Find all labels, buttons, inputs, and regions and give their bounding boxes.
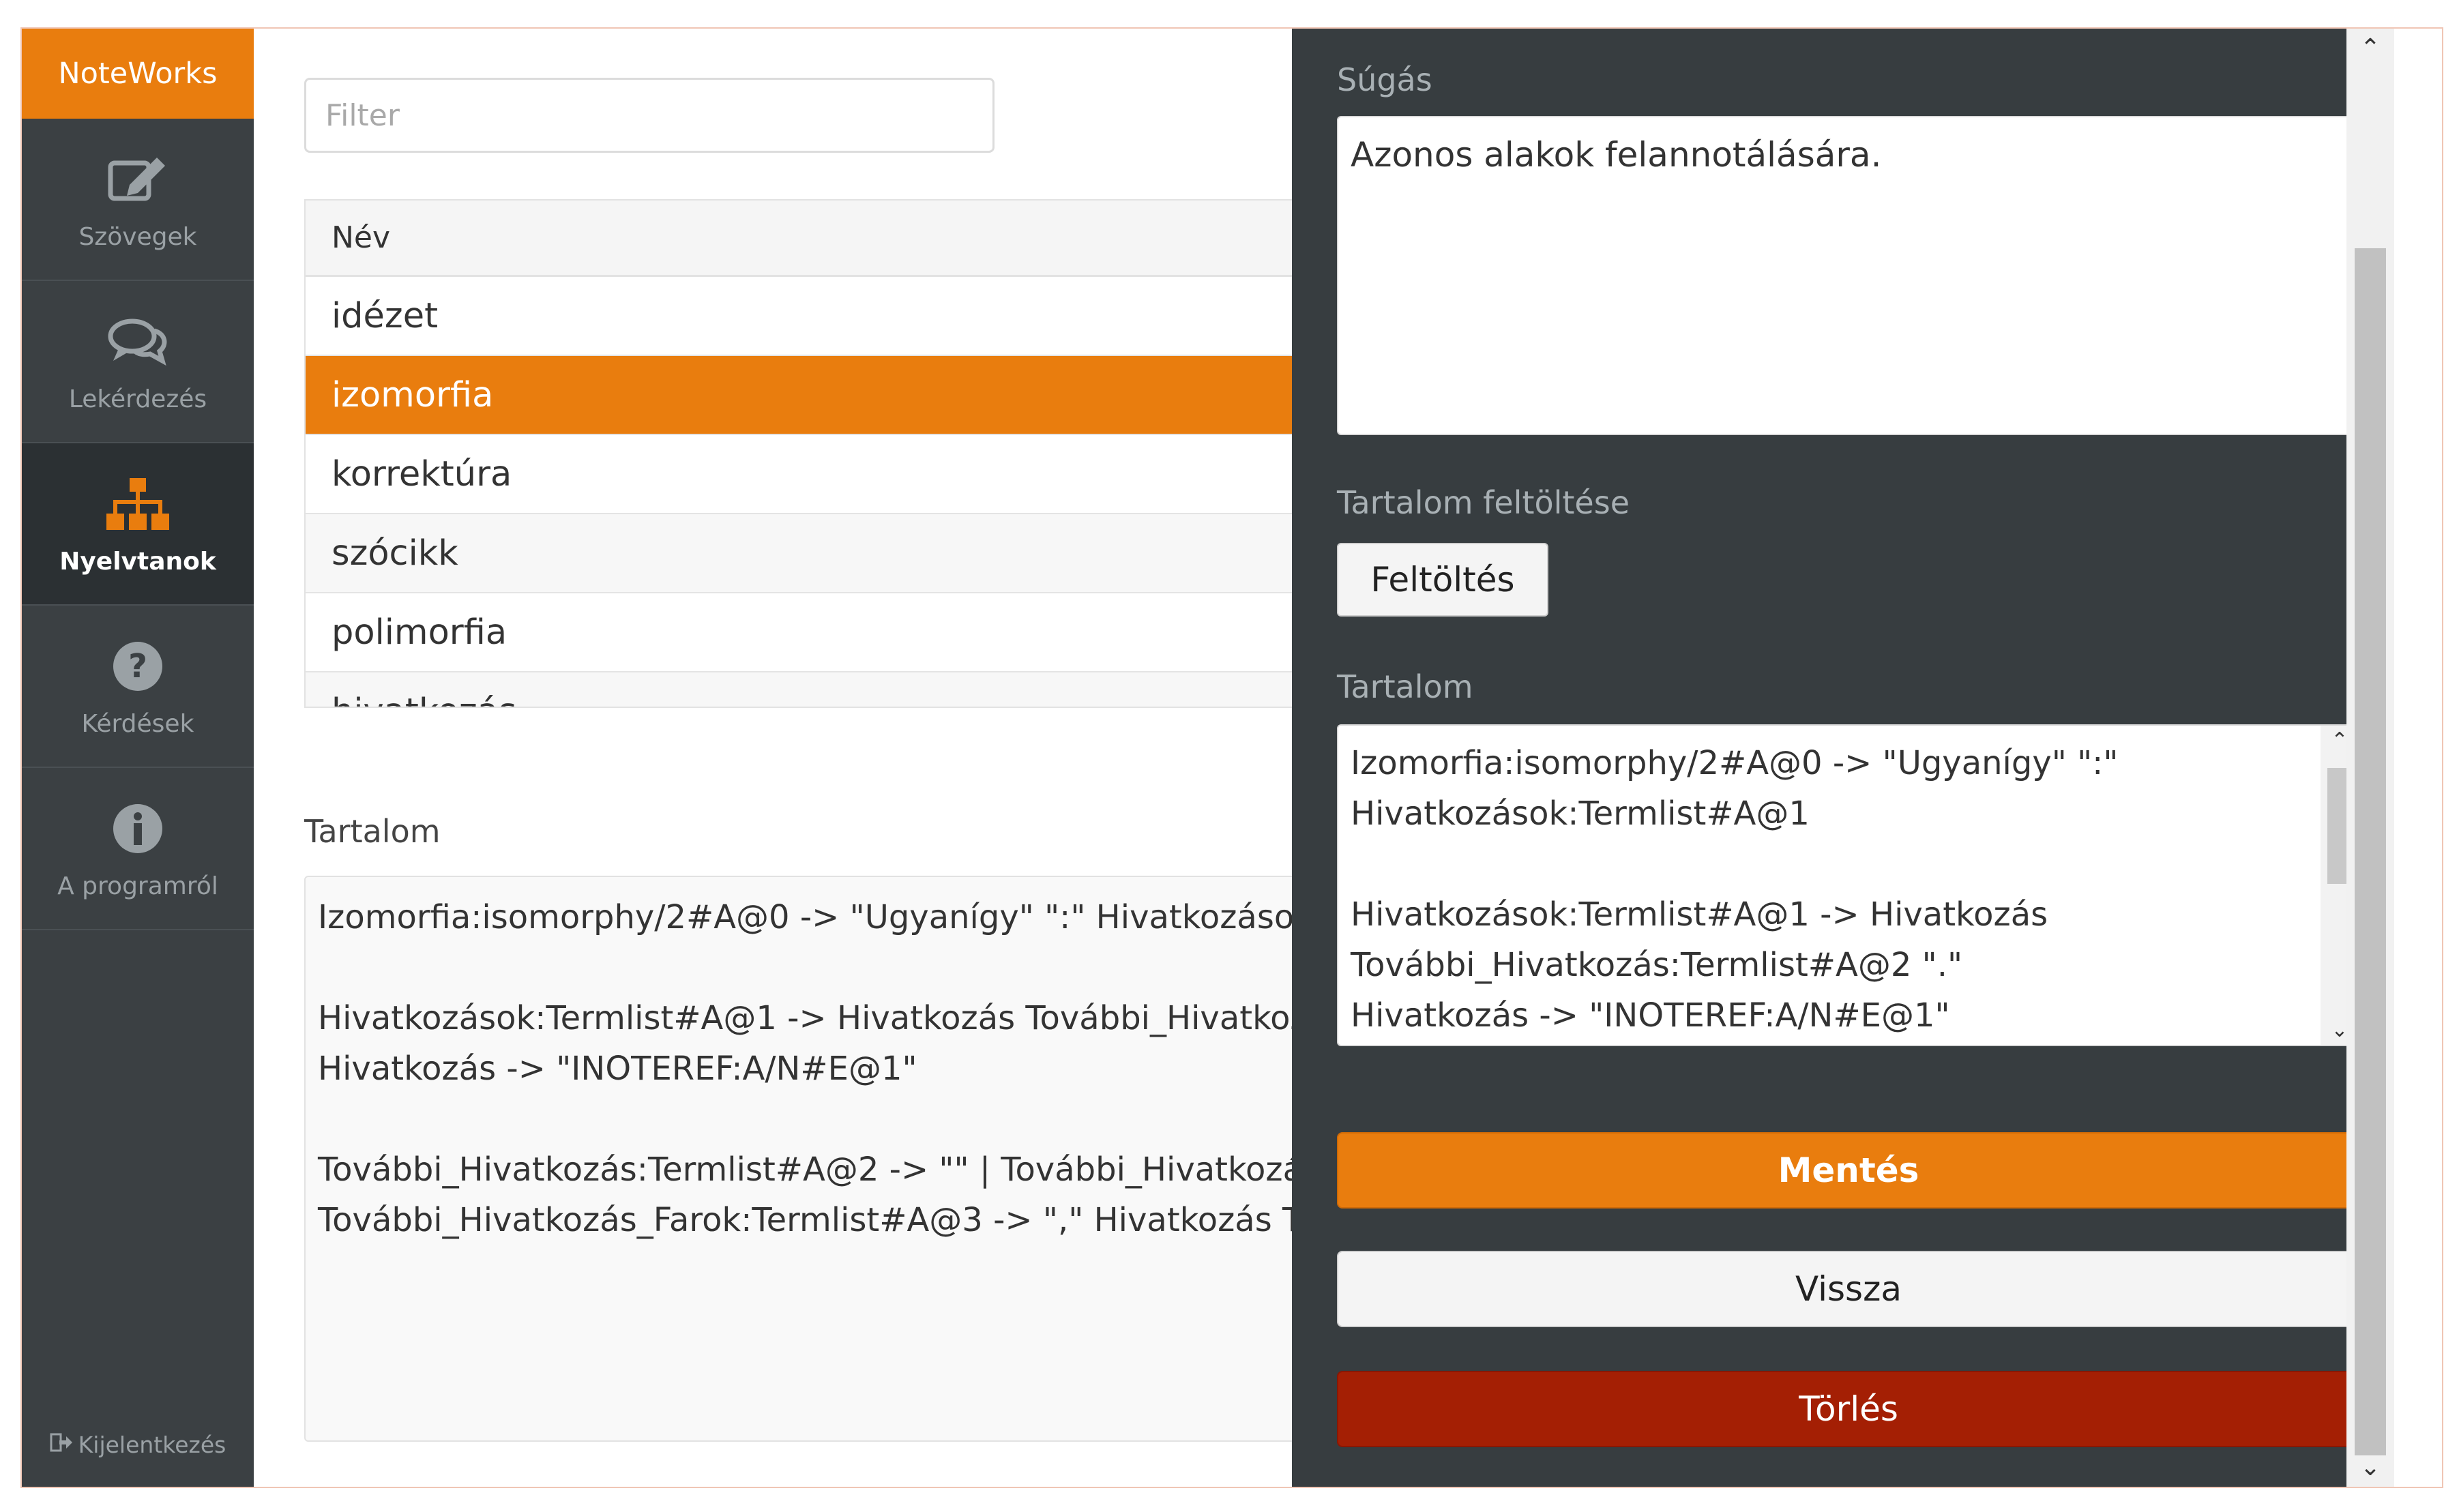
edit-icon	[105, 148, 171, 211]
sidebar-item-kerdesek[interactable]: ? Kérdések	[22, 606, 254, 768]
table-row[interactable]: korrektúra	[306, 435, 1367, 514]
content-textarea[interactable]: Izomorfia:isomorphy/2#A@0 -> "Ugyanígy" …	[1337, 724, 2360, 1046]
sidebar: NoteWorks Szövegek Lekérdezés Nyelvtanok…	[22, 29, 254, 1487]
app-window: NoteWorks Szövegek Lekérdezés Nyelvtanok…	[20, 27, 2443, 1488]
sign-out-icon	[50, 1432, 73, 1458]
info-circle-icon	[111, 797, 165, 860]
sidebar-item-szovegek[interactable]: Szövegek	[22, 119, 254, 281]
filter-input[interactable]	[304, 78, 995, 153]
grammar-list-area: Név idézet izomorfia korrektúra szócikk …	[254, 29, 1368, 1487]
logout-label: Kijelentkezés	[78, 1432, 226, 1458]
grammar-table: Név idézet izomorfia korrektúra szócikk …	[304, 199, 1368, 708]
table-row[interactable]: szócikk	[306, 514, 1367, 593]
sidebar-item-label: Nyelvtanok	[59, 547, 216, 576]
svg-text:?: ?	[128, 647, 147, 685]
scroll-down-icon[interactable]: ⌄	[2346, 1453, 2394, 1481]
table-row[interactable]: idézet	[306, 277, 1367, 356]
help-label: Súgás	[1337, 61, 1432, 98]
save-button[interactable]: Mentés	[1337, 1132, 2360, 1209]
table-row[interactable]: polimorfia	[306, 593, 1367, 672]
brand-logo[interactable]: NoteWorks	[22, 29, 254, 119]
content-label: Tartalom	[304, 813, 441, 850]
delete-button[interactable]: Törlés	[1337, 1371, 2360, 1447]
sidebar-item-nyelvtanok[interactable]: Nyelvtanok	[22, 443, 254, 606]
sitemap-icon	[105, 473, 171, 535]
upload-button[interactable]: Feltöltés	[1337, 543, 1548, 617]
table-row[interactable]: hivatkozás	[306, 672, 1367, 707]
panel-scrollbar[interactable]: ⌃ ⌄	[2346, 29, 2394, 1487]
content-preview: Izomorfia:isomorphy/2#A@0 -> "Ugyanígy" …	[304, 876, 1368, 1442]
column-header-name[interactable]: Név	[306, 201, 1367, 277]
sidebar-item-lekerdezes[interactable]: Lekérdezés	[22, 281, 254, 443]
scroll-up-icon[interactable]: ⌃	[2346, 34, 2394, 62]
sidebar-item-label: Szövegek	[78, 222, 197, 251]
chat-bubbles-icon	[105, 310, 171, 373]
sidebar-item-label: A programról	[57, 872, 218, 900]
back-button[interactable]: Vissza	[1337, 1251, 2360, 1327]
help-textarea[interactable]: Azonos alakok felannotálására.	[1337, 116, 2360, 435]
sidebar-item-a-programrol[interactable]: A programról	[22, 768, 254, 930]
sidebar-item-label: Lekérdezés	[68, 385, 207, 413]
table-row-selected[interactable]: izomorfia	[306, 356, 1367, 435]
scroll-thumb[interactable]	[2355, 248, 2386, 1455]
question-circle-icon: ?	[111, 635, 165, 698]
logout-link[interactable]: Kijelentkezés	[22, 1432, 254, 1458]
content-text: Izomorfia:isomorphy/2#A@0 -> "Ugyanígy" …	[1351, 744, 2119, 1035]
edit-panel: Súgás Azonos alakok felannotálására. Tar…	[1292, 29, 2394, 1487]
upload-label: Tartalom feltöltése	[1337, 484, 1630, 521]
content-label: Tartalom	[1337, 668, 1473, 705]
sidebar-item-label: Kérdések	[81, 709, 194, 738]
